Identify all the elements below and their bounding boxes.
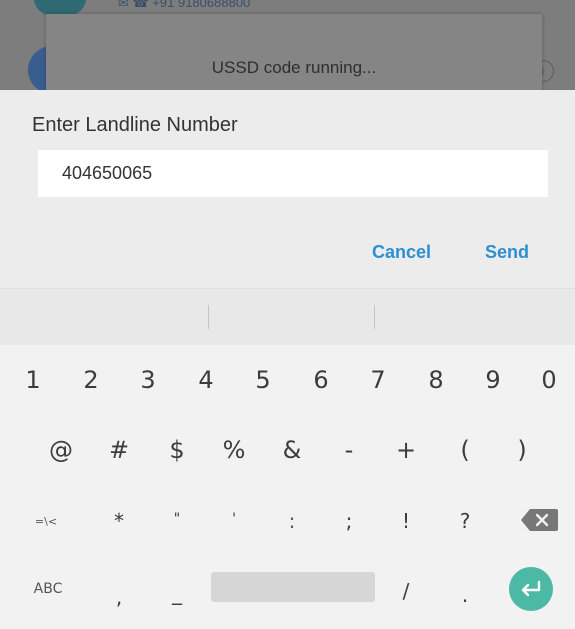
key-exclamation[interactable]: ! [380, 499, 432, 543]
key-double-quote[interactable]: " [151, 497, 203, 541]
dialog-title: Enter Landline Number [32, 114, 238, 136]
key-close-paren[interactable]: ) [496, 428, 548, 472]
background-app: ✉ ☎ +91 9180688800 i USSD code running..… [0, 0, 575, 90]
backspace-icon [521, 509, 558, 531]
key-3[interactable]: 3 [122, 358, 174, 402]
key-slash[interactable]: / [380, 569, 432, 613]
key-comma[interactable]: , [93, 575, 145, 619]
key-4[interactable]: 4 [180, 358, 232, 402]
key-abc[interactable]: ABC [22, 567, 74, 611]
key-plus[interactable]: + [380, 428, 432, 472]
cancel-button[interactable]: Cancel [366, 238, 437, 267]
contact-phone-number: ✉ ☎ +91 9180688800 [118, 0, 251, 10]
space-bar[interactable] [211, 572, 375, 602]
key-colon[interactable]: : [266, 499, 318, 543]
ussd-status-text: USSD code running... [211, 58, 377, 77]
key-question[interactable]: ? [439, 499, 491, 543]
key-6[interactable]: 6 [295, 358, 347, 402]
key-period[interactable]: . [439, 573, 491, 617]
landline-number-dialog: Enter Landline Number Cancel Send [0, 90, 575, 288]
suggestion-divider [208, 305, 209, 329]
symbols-keyboard: 1 2 3 4 5 6 7 8 9 0 @ # $ % & - + ( ) =\… [0, 288, 575, 629]
key-percent[interactable]: % [208, 428, 260, 472]
ussd-status-dialog: USSD code running... [46, 14, 542, 90]
key-ampersand[interactable]: & [266, 428, 318, 472]
send-button[interactable]: Send [479, 238, 535, 267]
key-single-quote[interactable]: ' [208, 497, 260, 541]
suggestion-divider [374, 305, 375, 329]
key-2[interactable]: 2 [65, 358, 117, 402]
key-0[interactable]: 0 [523, 358, 575, 402]
key-1[interactable]: 1 [7, 358, 59, 402]
key-7[interactable]: 7 [352, 358, 404, 402]
key-dollar[interactable]: $ [151, 428, 203, 472]
suggestion-bar[interactable] [0, 289, 575, 345]
key-9[interactable]: 9 [467, 358, 519, 402]
enter-arrow-icon [521, 580, 541, 597]
key-5[interactable]: 5 [237, 358, 289, 402]
key-underscore[interactable]: _ [151, 571, 203, 615]
key-more-symbols[interactable]: =\< [20, 499, 72, 543]
key-asterisk[interactable]: * [93, 499, 145, 543]
key-semicolon[interactable]: ; [323, 499, 375, 543]
key-8[interactable]: 8 [410, 358, 462, 402]
key-hash[interactable]: # [93, 428, 145, 472]
key-at[interactable]: @ [35, 428, 87, 472]
backspace-key[interactable] [520, 507, 560, 533]
landline-number-input[interactable] [38, 150, 548, 197]
key-open-paren[interactable]: ( [439, 428, 491, 472]
enter-key[interactable] [509, 567, 553, 611]
key-minus[interactable]: - [323, 428, 375, 472]
